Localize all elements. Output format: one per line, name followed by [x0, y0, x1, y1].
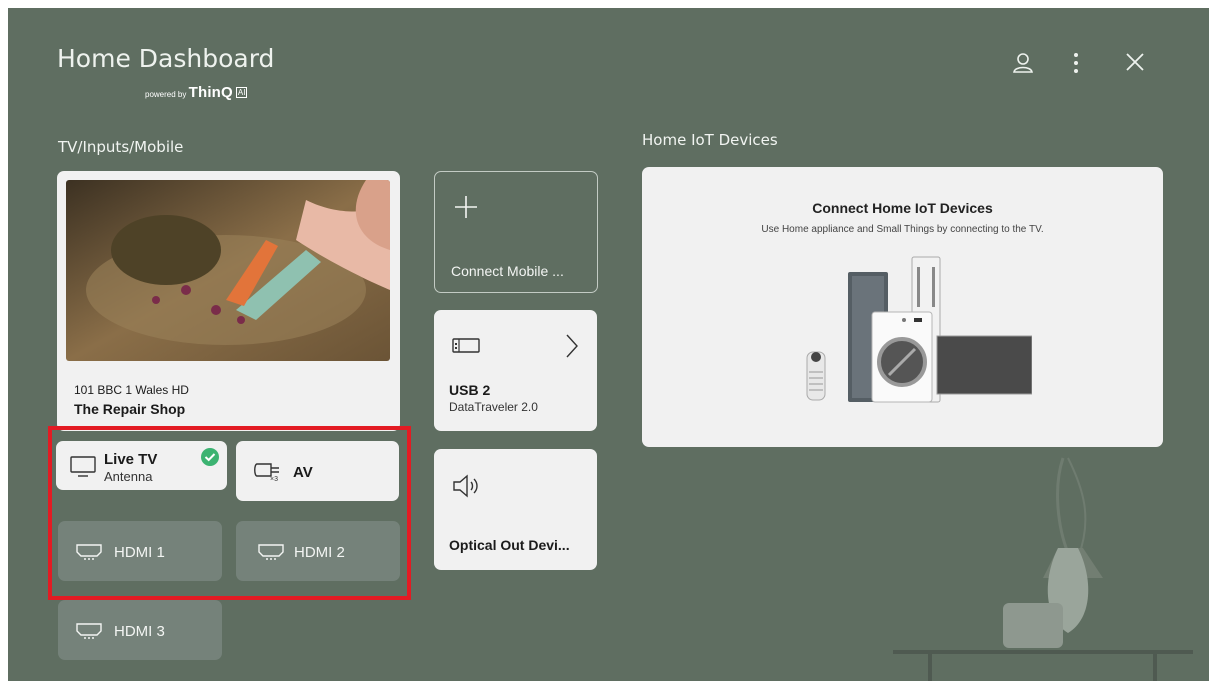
- speaker-icon: [453, 474, 478, 498]
- connect-mobile-label: Connect Mobile ...: [451, 263, 564, 279]
- usb-device-card[interactable]: USB 2 DataTraveler 2.0: [434, 310, 597, 431]
- powered-by-text: powered by: [145, 90, 187, 99]
- ai-badge: AI: [235, 87, 248, 98]
- optical-out-card[interactable]: Optical Out Devi...: [434, 449, 597, 570]
- program-thumbnail: [66, 180, 390, 361]
- inputs-section-title: TV/Inputs/Mobile: [58, 138, 184, 156]
- channel-label: 101 BBC 1 Wales HD: [74, 383, 189, 397]
- iot-connect-card[interactable]: Connect Home IoT Devices Use Home applia…: [642, 167, 1163, 447]
- iot-section-title: Home IoT Devices: [642, 131, 778, 149]
- usb-title: USB 2: [449, 382, 491, 398]
- plus-icon: [455, 196, 477, 218]
- home-dashboard-screen: Home Dashboard powered by ThinQ AI TV/Inp…: [8, 8, 1209, 681]
- page-title: Home Dashboard: [57, 44, 275, 73]
- hdmi-icon: [76, 623, 102, 639]
- usb-drive-icon: [452, 338, 480, 353]
- iot-card-subtitle: Use Home appliance and Small Things by c…: [761, 224, 1044, 235]
- powered-by-thinq: powered by ThinQ AI: [145, 84, 248, 101]
- connect-mobile-card[interactable]: Connect Mobile ...: [434, 171, 598, 293]
- iot-card-title: Connect Home IoT Devices: [812, 200, 993, 216]
- program-title: The Repair Shop: [74, 401, 186, 417]
- highlight-box: [48, 426, 411, 600]
- appliances-illustration: [806, 256, 1032, 403]
- chevron-right-icon: [566, 334, 578, 358]
- now-playing-card[interactable]: 101 BBC 1 Wales HD The Repair Shop: [57, 171, 400, 431]
- background-decor: [893, 457, 1193, 681]
- optical-out-label: Optical Out Devi...: [449, 537, 570, 553]
- thinq-logo: ThinQ: [188, 84, 233, 101]
- usb-sub: DataTraveler 2.0: [449, 400, 538, 414]
- close-icon[interactable]: [1124, 51, 1146, 73]
- source-hdmi-3[interactable]: HDMI 3: [58, 600, 222, 660]
- hdmi-3-label: HDMI 3: [114, 623, 165, 640]
- user-icon[interactable]: [1011, 51, 1035, 75]
- more-vertical-icon[interactable]: [1068, 51, 1084, 75]
